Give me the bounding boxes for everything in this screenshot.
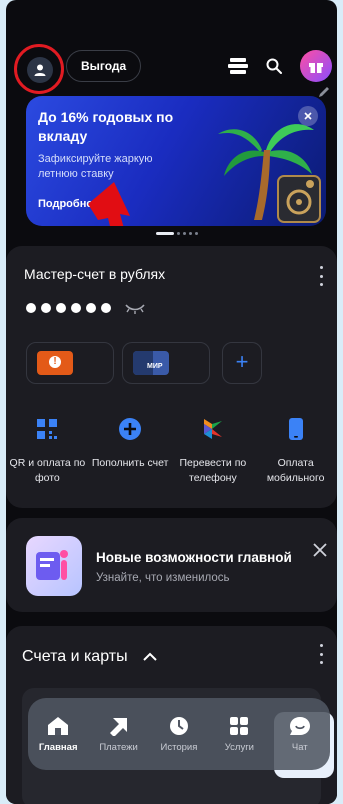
wallet-icon[interactable] (226, 54, 250, 78)
more-icon[interactable] (318, 644, 324, 664)
card-tile-1[interactable]: ! (26, 342, 114, 384)
qr-icon (36, 416, 58, 442)
gift-icon[interactable] (300, 50, 332, 82)
nav-home[interactable]: Главная (30, 716, 86, 753)
info-illustration-icon (26, 536, 82, 596)
nav-label: Чат (291, 741, 308, 753)
top-bar: Выгода (6, 40, 337, 97)
action-label: Пополнить счет (91, 457, 169, 469)
chat-icon (289, 716, 310, 735)
alert-icon: ! (49, 356, 61, 368)
nav-label: Платежи (99, 741, 138, 753)
home-icon (48, 716, 69, 735)
action-label: Оплата мобильного (266, 457, 325, 484)
close-icon[interactable] (310, 540, 330, 560)
action-qr-pay[interactable]: QR и оплата по фото (6, 416, 89, 486)
eye-closed-icon[interactable] (124, 302, 146, 314)
news-title: Новые возможности главной (96, 550, 292, 565)
more-icon[interactable] (318, 266, 324, 286)
action-top-up[interactable]: Пополнить счет (89, 416, 172, 486)
chevron-up-icon[interactable] (142, 648, 158, 666)
add-card-button[interactable]: + (222, 342, 262, 384)
profile-button[interactable] (27, 57, 53, 83)
news-subtitle: Узнайте, что изменилось (96, 572, 230, 584)
nav-history[interactable]: История (151, 716, 207, 753)
benefit-button[interactable]: Выгода (66, 50, 142, 82)
action-mobile-pay[interactable]: Оплата мобильного (254, 416, 337, 486)
master-account-card[interactable]: Мастер-счет в рублях ! МИР + QR и оплата… (6, 246, 337, 508)
phone-screen: Выгода До 16% годовых по вкладу Зафиксир… (6, 0, 337, 804)
nav-label: Услуги (224, 741, 254, 753)
payments-icon (109, 717, 127, 736)
search-icon[interactable] (262, 54, 286, 78)
whats-new-card[interactable]: Новые возможности главной Узнайте, что и… (6, 518, 337, 612)
card-tile-2[interactable]: МИР (122, 342, 210, 384)
bottom-navigation: Главная Платежи История Услуги Чат (28, 698, 330, 770)
history-icon (169, 716, 188, 735)
plus-circle-icon (118, 416, 142, 442)
phone-icon (288, 416, 304, 442)
red-arrow-annotation (88, 182, 130, 226)
action-label: QR и оплата по фото (9, 457, 86, 484)
quick-actions: QR и оплата по фото Пополнить счет Перев… (6, 416, 337, 486)
promo-banner[interactable]: До 16% годовых по вкладу Зафиксируйте жа… (26, 96, 326, 226)
action-label: Перевести по телефону (179, 457, 247, 484)
account-title: Мастер-счет в рублях (24, 266, 166, 282)
services-icon (230, 716, 249, 735)
action-transfer-phone[interactable]: Перевести по телефону (172, 416, 255, 486)
nav-chat[interactable]: Чат (272, 716, 328, 753)
banner-subtitle: Зафиксируйте жаркую летнюю ставку (38, 153, 153, 180)
nav-services[interactable]: Услуги (211, 716, 267, 753)
sbp-icon (202, 416, 224, 442)
banner-pagination (156, 232, 198, 235)
nav-payments[interactable]: Платежи (91, 716, 147, 753)
user-icon (34, 64, 46, 76)
card-thumbnail: МИР (133, 351, 169, 375)
nav-label: Главная (38, 741, 78, 753)
palm-safe-illustration (218, 124, 321, 223)
card-thumbnail: ! (37, 351, 73, 375)
banner-title: До 16% годовых по вкладу (38, 109, 174, 144)
nav-label: История (160, 741, 198, 753)
section-title[interactable]: Счета и карты (22, 648, 128, 666)
hidden-balance (26, 302, 146, 314)
mir-logo: МИР (147, 363, 163, 370)
profile-highlight (14, 44, 64, 94)
